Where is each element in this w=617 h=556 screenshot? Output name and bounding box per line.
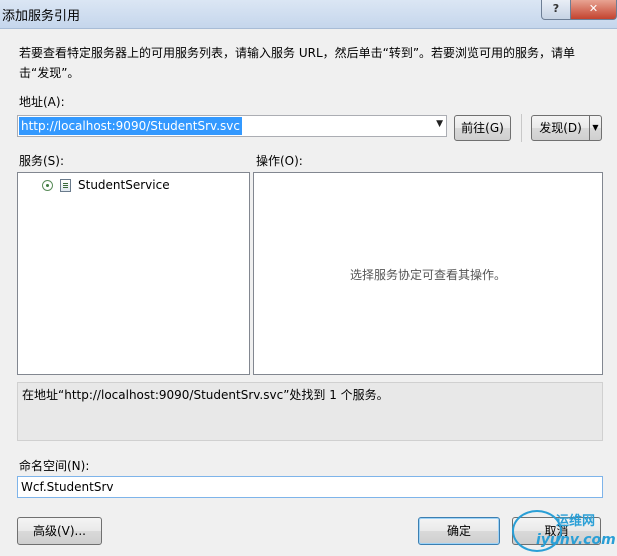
watermark-brand: 运维网: [556, 514, 596, 529]
namespace-label: 命名空间(N):: [19, 459, 90, 473]
toolbar-separator: [521, 114, 522, 142]
instructions-text: 若要查看特定服务器上的可用服务列表，请输入服务 URL，然后单击“转到”。若要浏…: [19, 46, 576, 80]
tree-expander-icon[interactable]: [42, 180, 53, 191]
services-label: 服务(S):: [19, 154, 65, 168]
tree-item-label: StudentService: [78, 178, 170, 192]
ok-button[interactable]: 确定: [418, 517, 500, 545]
discover-button[interactable]: 发现(D): [531, 115, 590, 141]
advanced-button[interactable]: 高级(V)...: [17, 517, 102, 545]
watermark-url: iyunv.com: [536, 532, 616, 548]
services-tree[interactable]: StudentService: [17, 172, 250, 375]
chevron-down-icon[interactable]: ▼: [436, 119, 443, 129]
address-input-value[interactable]: http://localhost:9090/StudentSrv.svc: [19, 117, 242, 135]
operations-panel[interactable]: 选择服务协定可查看其操作。: [253, 172, 603, 375]
help-button[interactable]: ?: [541, 0, 571, 20]
address-combobox[interactable]: http://localhost:9090/StudentSrv.svc ▼: [17, 115, 447, 137]
operations-placeholder: 选择服务协定可查看其操作。: [349, 268, 506, 282]
service-icon: [60, 179, 71, 192]
title-bar: 添加服务引用 ? ✕: [0, 0, 617, 29]
address-label: 地址(A):: [19, 95, 65, 109]
operations-label: 操作(O):: [256, 154, 303, 168]
go-button[interactable]: 前往(G): [454, 115, 511, 141]
discover-dropdown-button[interactable]: ▼: [589, 115, 602, 141]
status-message: 在地址“http://localhost:9090/StudentSrv.svc…: [17, 382, 603, 441]
close-button[interactable]: ✕: [570, 0, 617, 20]
namespace-input[interactable]: Wcf.StudentSrv: [17, 476, 603, 498]
window-title: 添加服务引用: [2, 9, 81, 24]
